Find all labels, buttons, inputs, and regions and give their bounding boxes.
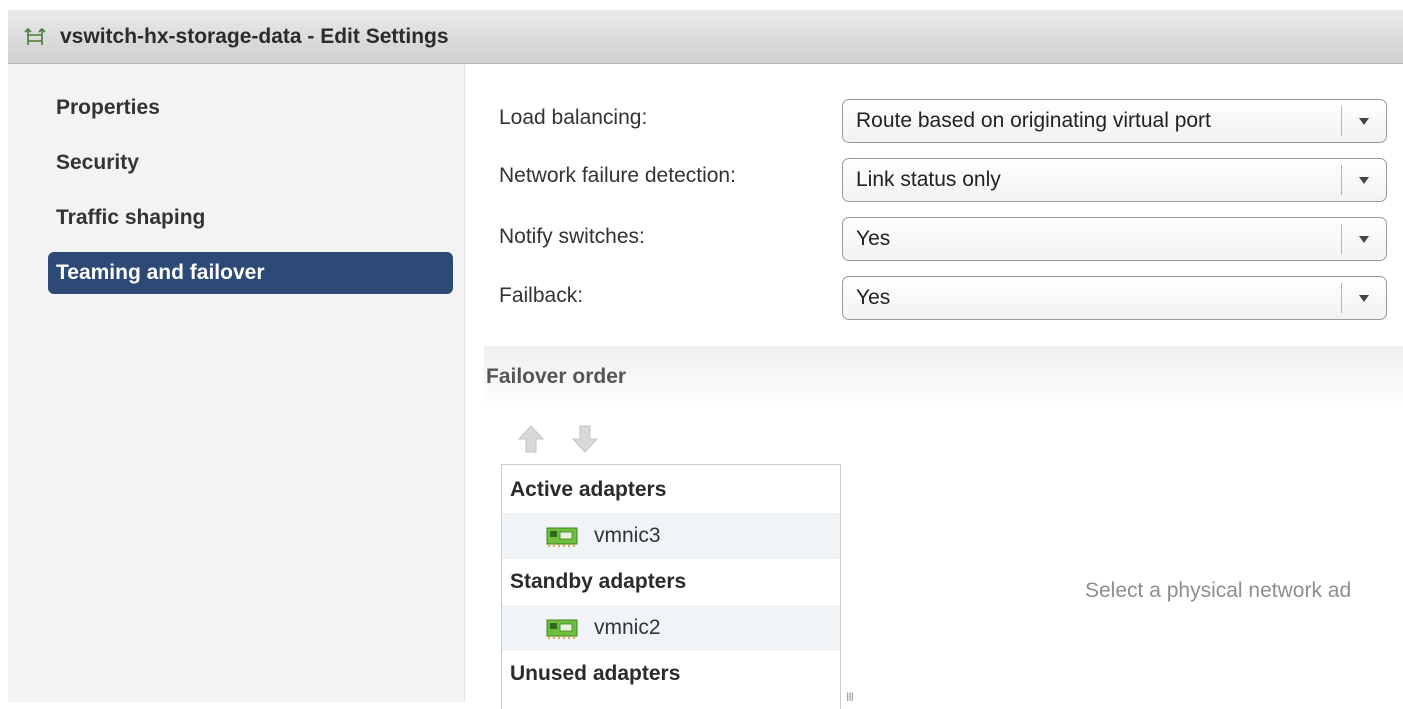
adapter-name: vmnic2	[594, 616, 661, 639]
sidebar-item-teaming-and-failover[interactable]: Teaming and failover	[48, 252, 453, 294]
notify-switches-label: Notify switches:	[499, 225, 645, 248]
notify-switches-select[interactable]: Yes	[842, 217, 1387, 261]
failback-select[interactable]: Yes	[842, 276, 1387, 320]
network-failure-detection-label: Network failure detection:	[499, 164, 736, 187]
settings-panel: Load balancing: Route based on originati…	[465, 64, 1403, 709]
adapter-row-vmnic3[interactable]: vmnic3	[502, 513, 840, 559]
chevron-down-icon[interactable]	[1342, 218, 1386, 260]
sidebar-item-traffic-shaping[interactable]: Traffic shaping	[48, 197, 453, 239]
active-adapters-header: Active adapters	[502, 467, 840, 513]
group-label: Standby adapters	[510, 570, 687, 593]
network-adapter-icon	[546, 525, 578, 547]
standby-adapters-header: Standby adapters	[502, 559, 840, 605]
adapter-name: vmnic3	[594, 524, 661, 547]
failover-adapter-list: Active adapters vmnic3 Standby adapters	[501, 464, 841, 709]
failback-label: Failback:	[499, 284, 584, 307]
unused-adapters-header: Unused adapters	[502, 651, 840, 697]
failover-order-title: Failover order	[486, 365, 627, 388]
sidebar-item-label: Traffic shaping	[56, 206, 206, 229]
load-balancing-label: Load balancing:	[499, 106, 648, 129]
sidebar-item-label: Security	[56, 151, 139, 174]
load-balancing-select[interactable]: Route based on originating virtual port	[842, 99, 1387, 143]
failover-order-header: Failover order	[484, 346, 1403, 408]
notify-switches-value: Yes	[856, 227, 891, 250]
group-label: Unused adapters	[510, 662, 681, 685]
sidebar-item-label: Properties	[56, 96, 160, 119]
chevron-down-icon[interactable]	[1342, 159, 1386, 201]
sidebar-item-security[interactable]: Security	[48, 142, 453, 184]
group-label: Active adapters	[510, 478, 667, 501]
settings-sidebar: Properties Security Traffic shaping Team…	[8, 64, 465, 702]
failback-value: Yes	[856, 286, 891, 309]
network-failure-detection-select[interactable]: Link status only	[842, 158, 1387, 202]
network-adapter-icon	[546, 617, 578, 639]
vswitch-icon	[24, 26, 46, 48]
adapter-details-hint: Select a physical network ad	[1085, 579, 1352, 602]
arrow-up-icon[interactable]	[517, 424, 545, 454]
sidebar-item-label: Teaming and failover	[56, 261, 265, 284]
sidebar-item-properties[interactable]: Properties	[48, 87, 453, 129]
network-failure-detection-value: Link status only	[856, 168, 1001, 191]
adapter-row-vmnic2[interactable]: vmnic2	[502, 605, 840, 651]
load-balancing-value: Route based on originating virtual port	[856, 109, 1211, 132]
dialog-title-bar: vswitch-hx-storage-data - Edit Settings	[8, 10, 1403, 64]
chevron-down-icon[interactable]	[1342, 277, 1386, 319]
chevron-down-icon[interactable]	[1342, 100, 1386, 142]
arrow-down-icon[interactable]	[571, 424, 599, 454]
dialog-title: vswitch-hx-storage-data - Edit Settings	[60, 24, 449, 48]
